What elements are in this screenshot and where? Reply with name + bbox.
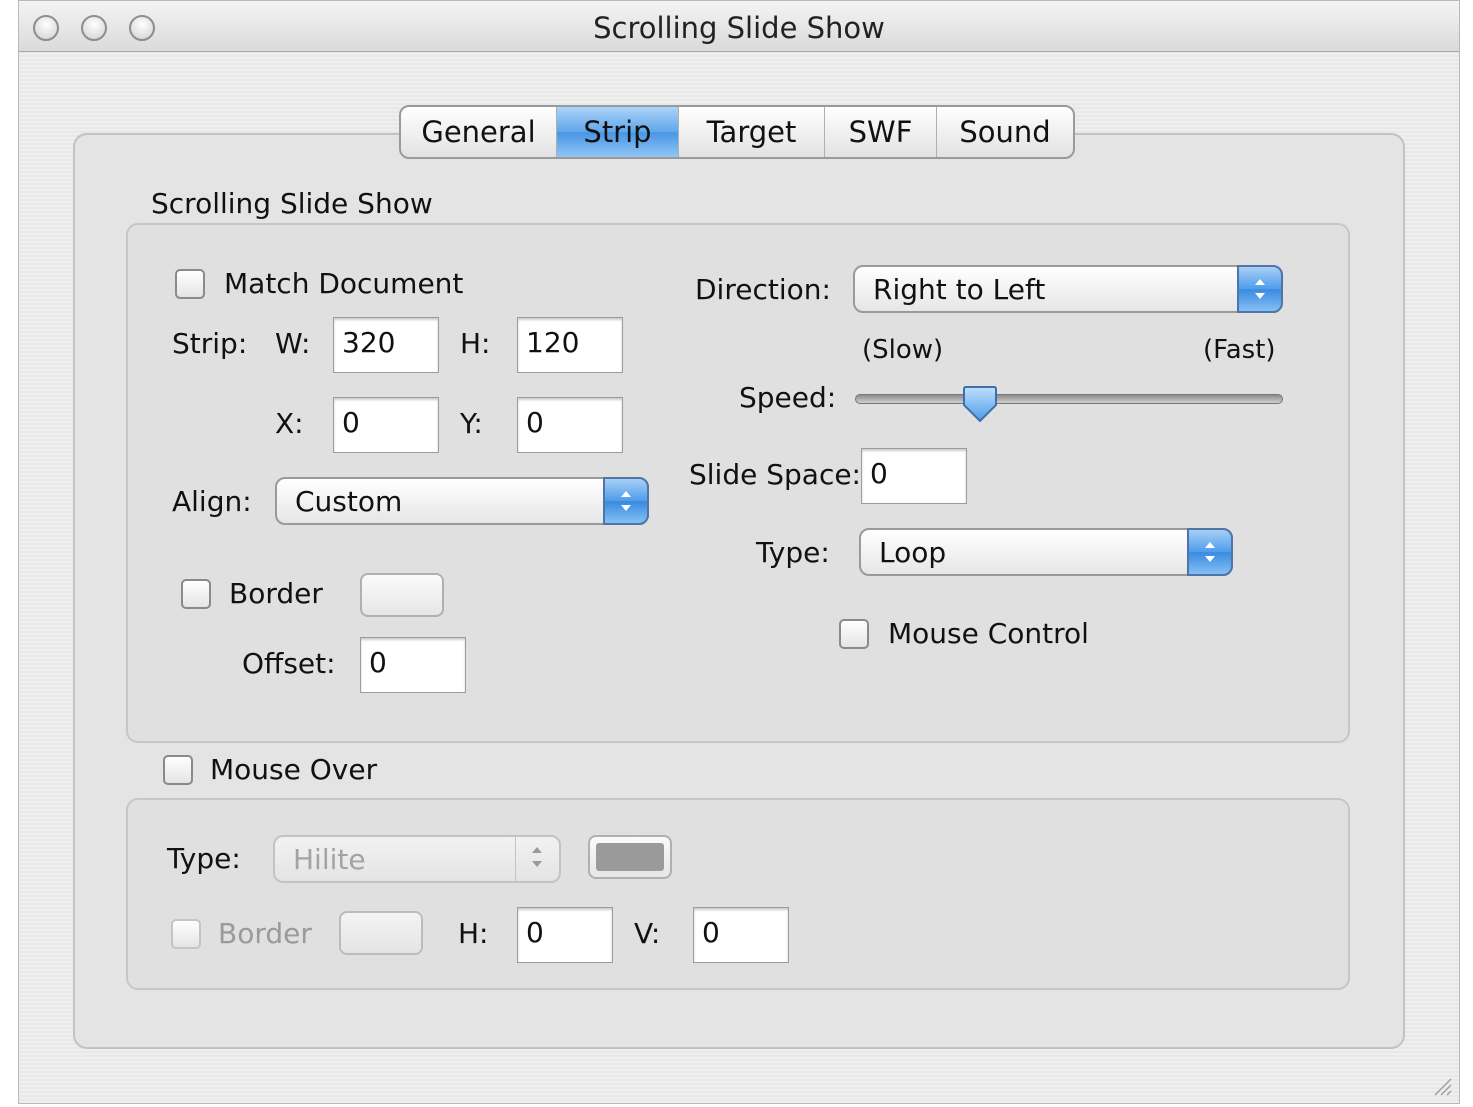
mouse-control-label: Mouse Control: [888, 617, 1089, 650]
type-label: Type:: [756, 536, 830, 569]
direction-label: Direction:: [695, 273, 831, 306]
mouse-over-h-label: H:: [458, 917, 489, 950]
strip-group-heading: Scrolling Slide Show: [151, 187, 433, 220]
mouse-over-border-label: Border: [218, 917, 312, 950]
speed-fast-label: (Fast): [1203, 335, 1276, 365]
tab-swf[interactable]: SWF: [825, 107, 937, 157]
mouse-over-border-checkbox[interactable]: [171, 919, 201, 949]
window-title: Scrolling Slide Show: [593, 11, 885, 45]
direction-popup[interactable]: Right to Left: [853, 265, 1283, 313]
x-label: X:: [275, 407, 304, 440]
mouse-over-label: Mouse Over: [210, 753, 378, 786]
align-label: Align:: [172, 485, 252, 518]
tab-target[interactable]: Target: [679, 107, 825, 157]
strip-label: Strip:: [172, 327, 248, 360]
strip-y-field[interactable]: 0: [517, 397, 623, 453]
mouse-over-type-popup[interactable]: Hilite: [273, 835, 561, 883]
strip-height-field[interactable]: 120: [517, 317, 623, 373]
strip-x-field[interactable]: 0: [333, 397, 439, 453]
popup-arrows-icon: [515, 835, 561, 883]
offset-label: Offset:: [242, 647, 336, 680]
tab-strip[interactable]: Strip: [557, 107, 679, 157]
y-label: Y:: [460, 407, 483, 440]
speed-slider-track[interactable]: [855, 394, 1283, 404]
border-label: Border: [229, 577, 323, 610]
strip-width-field[interactable]: 320: [333, 317, 439, 373]
mouse-control-checkbox[interactable]: [839, 619, 869, 649]
popup-arrows-icon: [603, 477, 649, 525]
height-label: H:: [460, 327, 491, 360]
tab-bar: General Strip Target SWF Sound: [399, 105, 1075, 159]
slide-space-label: Slide Space:: [689, 458, 861, 491]
mouse-over-checkbox[interactable]: [163, 755, 193, 785]
mouse-over-v-label: V:: [634, 917, 661, 950]
direction-value: Right to Left: [873, 273, 1046, 306]
align-value: Custom: [295, 485, 403, 518]
speed-slider-thumb[interactable]: [960, 385, 1000, 425]
mouse-over-v-field[interactable]: 0: [693, 907, 789, 963]
preferences-window: Scrolling Slide Show General Strip Targe…: [18, 0, 1460, 1104]
type-value: Loop: [879, 536, 947, 569]
tab-sound[interactable]: Sound: [937, 107, 1073, 157]
border-color-swatch[interactable]: [360, 573, 444, 617]
type-popup[interactable]: Loop: [859, 528, 1233, 576]
slide-space-field[interactable]: 0: [861, 448, 967, 504]
mouse-over-color-swatch[interactable]: [588, 835, 672, 879]
mouse-over-border-swatch[interactable]: [339, 911, 423, 955]
mouse-over-type-value: Hilite: [293, 843, 366, 876]
popup-arrows-icon: [1237, 265, 1283, 313]
swatch-fill: [596, 843, 664, 871]
match-document-label: Match Document: [224, 267, 464, 300]
resize-grip-icon[interactable]: [1431, 1075, 1453, 1097]
tab-general[interactable]: General: [401, 107, 557, 157]
border-checkbox[interactable]: [181, 579, 211, 609]
mouse-over-h-field[interactable]: 0: [517, 907, 613, 963]
speed-label: Speed:: [739, 381, 837, 414]
speed-slow-label: (Slow): [862, 335, 944, 365]
match-document-checkbox[interactable]: [175, 269, 205, 299]
title-bar[interactable]: Scrolling Slide Show: [19, 1, 1459, 52]
width-label: W:: [275, 327, 311, 360]
popup-arrows-icon: [1187, 528, 1233, 576]
offset-field[interactable]: 0: [360, 637, 466, 693]
mouse-over-type-label: Type:: [167, 842, 241, 875]
align-popup[interactable]: Custom: [275, 477, 649, 525]
